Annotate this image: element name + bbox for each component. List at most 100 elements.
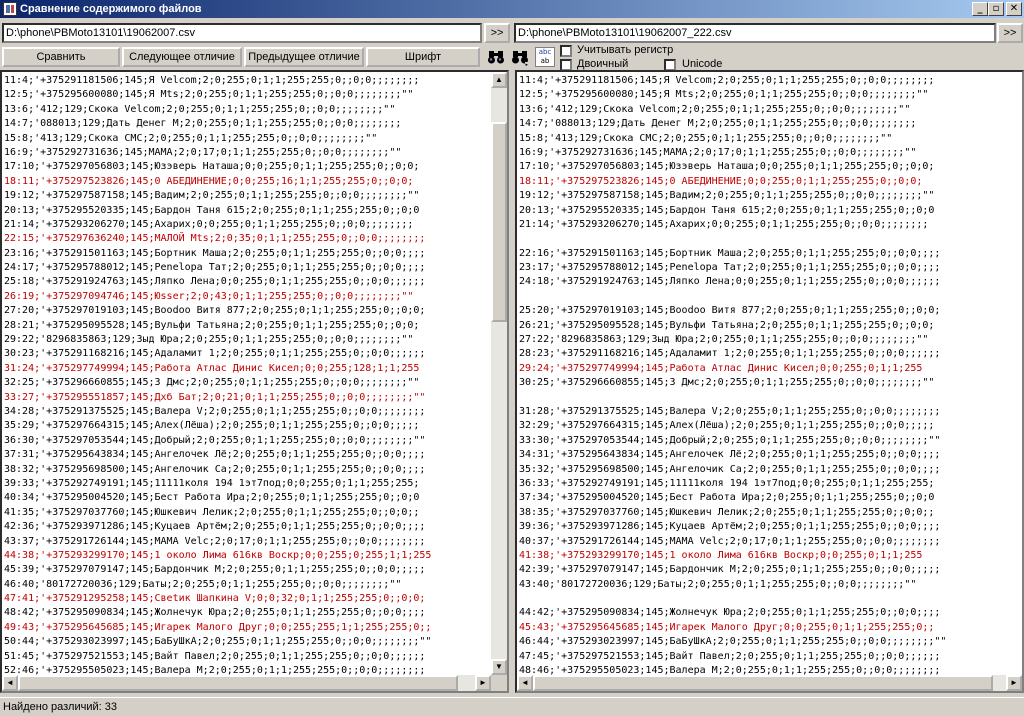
match-options-icon[interactable]: abc ab [535,47,555,67]
file-line: 28:21;'+375295095528;145;Вульфи Татьяна;… [4,319,420,331]
left-hscroll-thumb[interactable] [18,675,458,691]
right-scroll-right-button[interactable]: ► [1006,675,1022,691]
file-line: 33:30;'+375297053544;145;Добрый;2;0;255;… [519,434,941,446]
diff-line: 18:11;'+375297523826;145;0 АБЕДИНЕНИЕ;0;… [4,175,414,187]
binary-label: Двоичный [577,58,629,70]
file-line: 35:32;'+375295698500;145;Ангелочик Са;2;… [519,463,941,475]
file-line: 25:20;'+375297019103;145;Boodoo Витя 877… [519,305,941,317]
file-line: 50:44;'+375293023997;145;БаБуШкА;2;0;255… [4,636,432,648]
left-scroll-down-button[interactable]: ▼ [491,659,507,675]
file-line: 39:33;'+375292749191;145;11111коля 194 1… [4,477,420,489]
unicode-label: Unicode [682,58,723,70]
left-scroll-left-button[interactable]: ◄ [2,675,18,691]
file-line: 42:39;'+375297079147;145;Бардончик М;2;0… [519,564,941,576]
file-line: 30:25;'+375296660855;145;3 Дмс;2;0;255;0… [519,377,935,389]
left-scroll-corner [491,675,507,691]
file-line: 22:16;'+375291501163;145;Бортник Маша;2;… [519,247,941,259]
file-line: 21:14;'+375293206270;145;Ахарих;0;0;255;… [519,218,929,230]
file-line: 17:10;'+375297056803;145;Юзэверь Наташа;… [519,161,935,173]
file-line: 34:28;'+375291375525;145;Валера V;2;0;25… [4,405,426,417]
compare-button[interactable]: Сравнить [2,47,120,67]
file-line: 47:45;'+375297521553;145;Вайт Павел;2;0;… [519,650,941,662]
match-case-label: Учитывать регистр [577,44,674,56]
right-horizontal-scrollbar[interactable]: ◄ ► [517,675,1022,691]
maximize-button[interactable]: ▫ [988,2,1004,16]
file-line: 27:20;'+375297019103;145;Boodoo Витя 877… [4,305,426,317]
right-file-pane[interactable]: 11:4;'+375291181506;145;Я Velcom;2;0;255… [515,70,1024,693]
left-vertical-scrollbar[interactable]: ▲ ▼ [491,72,507,675]
file-line: 23:16;'+375291501163;145;Бортник Маша;2;… [4,247,426,259]
file-line: 13:6;'412;129;Скока Velcom;2;0;255;0;1;1… [519,103,911,115]
file-line: 44:42;'+375295090834;145;Жолнечук Юра;2;… [519,607,941,619]
file-line: 17:10;'+375297056803;145;Юзэверь Наташа;… [4,161,420,173]
file-line: 46:44;'+375293023997;145;БаБуШкА;2;0;255… [519,636,947,648]
right-browse-button[interactable]: >> [997,23,1023,43]
font-button[interactable]: Шрифт [366,47,480,67]
app-icon [3,2,17,16]
right-file-content: 11:4;'+375291181506;145;Я Velcom;2;0;255… [519,74,1020,691]
match-case-checkbox[interactable] [560,45,572,57]
status-bar: Найдено различий: 33 [0,697,1024,715]
file-line: 29:22;'8296835863;129;Зыд Юра;2;0;255;0;… [4,334,414,346]
window-title: Сравнение содержимого файлов [20,3,202,15]
file-line: 36:30;'+375297053544;145;Добрый;2;0;255;… [4,434,426,446]
file-line: 26:21;'+375295095528;145;Вульфи Татьяна;… [519,319,935,331]
file-line [519,391,1020,405]
file-line: 40:34;'+375295004520;145;Бест Работа Ира… [4,492,420,504]
left-browse-button[interactable]: >> [484,23,510,43]
diff-line: 45:43;'+375295645685;145;Игарек Малого Д… [519,621,935,633]
file-line: 37:34;'+375295004520;145;Бест Работа Ира… [519,492,935,504]
left-scroll-up-button[interactable]: ▲ [491,72,507,88]
file-line: 11:4;'+375291181506;145;Я Velcom;2;0;255… [4,75,420,86]
file-line: 36:33;'+375292749191;145;11111коля 194 1… [519,477,935,489]
file-line: 20:13;'+375295520335;145;Бардон Таня 615… [4,204,420,216]
binoculars-icon[interactable] [486,48,506,66]
find-next-icon[interactable]: ▸ [510,48,530,68]
diff-count-status: Найдено различий: 33 [3,701,117,713]
file-line: 12:5;'+375295600080;145;Я Mts;2;0;255;0;… [4,89,414,101]
file-line: 21:14;'+375293206270;145;Ахарих;0;0;255;… [4,218,414,230]
file-line: 38:32;'+375295698500;145;Ангелочик Са;2;… [4,463,426,475]
file-line: 16:9;'+375292731636;145;МАМА;2;0;17;0;1;… [519,146,917,158]
file-line: 15:8;'413;129;Скока СМС;2;0;255;0;1;1;25… [519,132,893,144]
left-file-pane[interactable]: 11:4;'+375291181506;145;Я Velcom;2;0;255… [0,70,509,693]
file-line: 32:25;'+375296660855;145;3 Дмс;2;0;255;0… [4,377,420,389]
diff-line: 47:41;'+375291295258;145;Свеtик Шапкина … [4,593,426,605]
file-line: 48:42;'+375295090834;145;Жолнечук Юра;2;… [4,607,426,619]
file-line: 24:17;'+375295788012;145;Penelopa Тат;2;… [4,262,426,274]
file-line: 19:12;'+375297587158;145;Вадим;2;0;255;0… [519,190,935,202]
file-line: 30:23;'+375291168216;145;Адаламит 1;2;0;… [4,348,426,360]
file-line: 23:17;'+375295788012;145;Penelopa Тат;2;… [519,262,941,274]
right-hscroll-thumb[interactable] [533,675,993,691]
left-file-content: 11:4;'+375291181506;145;Я Velcom;2;0;255… [4,74,491,691]
title-bar: Сравнение содержимого файлов _ ▫ ✕ [0,0,1024,18]
file-line: 45:39;'+375297079147;145;Бардончик М;2;0… [4,564,426,576]
left-scroll-thumb[interactable] [491,122,507,322]
diff-line: 49:43;'+375295645685;145;Игарек Малого Д… [4,621,432,633]
file-line: 19:12;'+375297587158;145;Вадим;2;0;255;0… [4,190,420,202]
left-horizontal-scrollbar[interactable]: ◄ ► [2,675,491,691]
file-line: 11:4;'+375291181506;145;Я Velcom;2;0;255… [519,75,935,86]
minimize-button[interactable]: _ [972,2,988,16]
file-line: 12:5;'+375295600080;145;Я Mts;2;0;255;0;… [519,89,929,101]
right-scroll-left-button[interactable]: ◄ [517,675,533,691]
file-line: 28:23;'+375291168216;145;Адаламит 1;2;0;… [519,348,941,360]
diff-line: 29:24;'+375297749994;145;Работа Атлас Ди… [519,362,923,374]
diff-line: 44:38;'+375293299170;145;1 около Лима 61… [4,549,432,561]
file-line: 31:28;'+375291375525;145;Валера V;2;0;25… [519,405,941,417]
file-line: 15:8;'413;129;Скока СМС;2;0;255;0;1;1;25… [4,132,378,144]
right-file-path-input[interactable]: D:\phone\PBMoto13101\19062007_222.csv [514,23,996,43]
next-diff-button[interactable]: Следующее отличие [122,47,242,67]
diff-line: 26:19;'+375297094746;145;Юssеr;2;0;43;0;… [4,290,414,302]
file-line: 41:35;'+375297037760;145;Юшкевич Лелик;2… [4,506,420,518]
file-line: 38:35;'+375297037760;145;Юшкевич Лелик;2… [519,506,935,518]
close-button[interactable]: ✕ [1006,2,1022,16]
left-file-path-input[interactable]: D:\phone\PBMoto13101\19062007.csv [2,23,482,43]
diff-line: 41:38;'+375293299170;145;1 около Лима 61… [519,549,923,561]
prev-diff-button[interactable]: Предыдущее отличие [244,47,364,67]
file-line: 43:37;'+375291726144;145;МАМА Velc;2;0;1… [4,535,426,547]
file-line [519,232,1020,246]
left-scroll-right-button[interactable]: ► [475,675,491,691]
file-line: 27:22;'8296835863;129;Зыд Юра;2;0;255;0;… [519,334,929,346]
file-line: 14:7;'088013;129;Дать Денег М;2;0;255;0;… [4,118,402,130]
